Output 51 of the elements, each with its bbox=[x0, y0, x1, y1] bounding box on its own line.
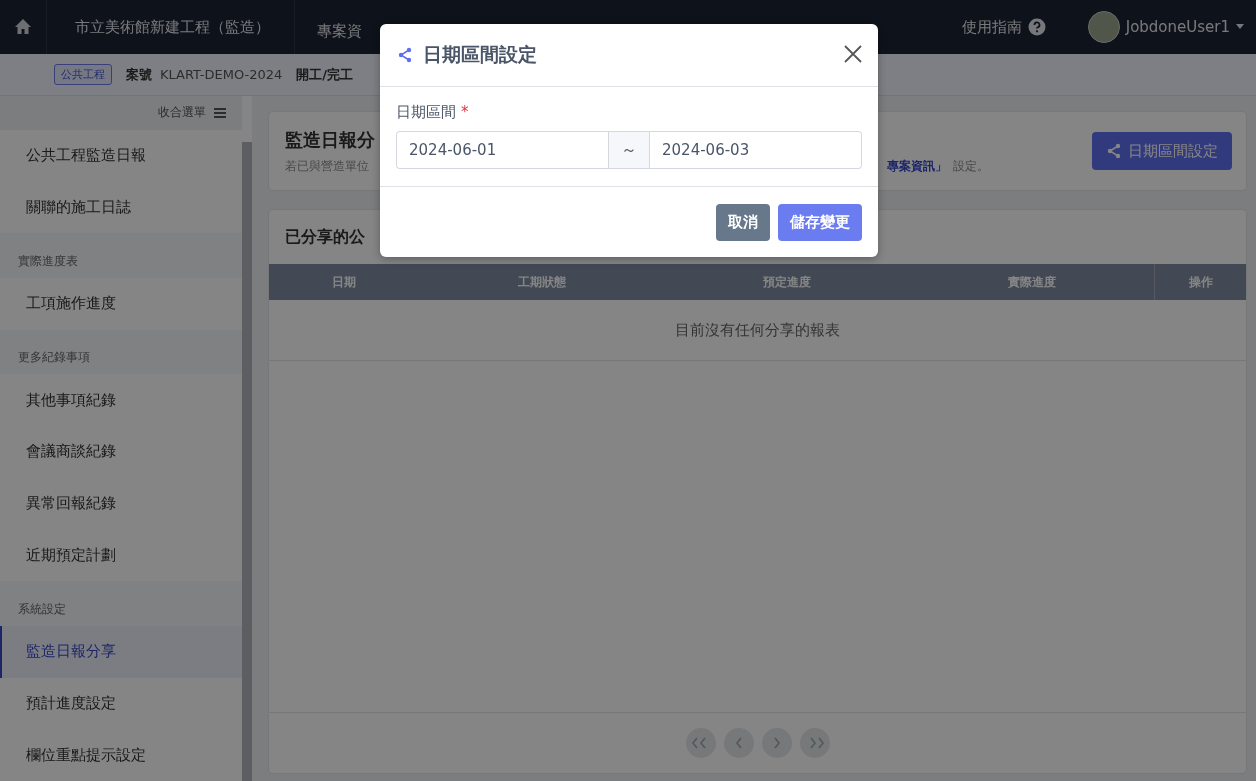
share-icon bbox=[1106, 143, 1122, 159]
section-label: 系統設定 bbox=[0, 581, 242, 626]
end-date-field[interactable]: 2024-06-03 bbox=[650, 131, 862, 169]
section-label: 實際進度表 bbox=[0, 233, 242, 278]
column-header: 操作 bbox=[1154, 264, 1246, 300]
range-separator: ～ bbox=[608, 131, 650, 169]
cancel-button[interactable]: 取消 bbox=[716, 203, 770, 241]
column-header: 日期 bbox=[331, 273, 357, 291]
breadcrumb-link[interactable]: 開工/完工 bbox=[296, 65, 354, 84]
avatar[interactable] bbox=[1087, 11, 1120, 43]
nav-tab[interactable]: 專案資 bbox=[317, 15, 362, 47]
menu-icon[interactable] bbox=[214, 107, 226, 118]
page-title: 監造日報分 bbox=[285, 127, 375, 152]
required-mark: * bbox=[461, 103, 469, 122]
start-date-field[interactable]: 2024-06-01 bbox=[396, 131, 608, 169]
field-label: 日期區間 bbox=[396, 103, 456, 122]
sidebar-item[interactable]: 監造日報分享 bbox=[0, 625, 242, 678]
guide-link[interactable]: 使用指南 bbox=[961, 17, 1022, 37]
caret-icon[interactable] bbox=[1236, 24, 1244, 30]
card-title: 已分享的公 bbox=[285, 226, 365, 248]
page-description: 設定。 bbox=[953, 157, 989, 175]
share-icon bbox=[397, 47, 413, 63]
first-page-icon[interactable] bbox=[685, 728, 716, 758]
save-button[interactable]: 儲存變更 bbox=[778, 203, 862, 241]
column-header: 預定進度 bbox=[761, 273, 812, 291]
project-info-link[interactable]: 專案資訊」 bbox=[887, 157, 947, 175]
sidebar-item[interactable]: 欄位重點提示設定 bbox=[0, 729, 242, 781]
case-number: KLART-DEMO-2024 bbox=[160, 67, 283, 82]
scrollbar[interactable] bbox=[242, 142, 252, 781]
help-icon[interactable] bbox=[1027, 18, 1046, 36]
empty-message: 目前沒有任何分享的報表 bbox=[675, 320, 840, 340]
home-icon[interactable] bbox=[14, 18, 32, 36]
user-name[interactable]: JobdoneUser1 bbox=[1125, 18, 1230, 36]
sidebar-item[interactable]: 預計進度設定 bbox=[0, 677, 242, 730]
sidebar-item[interactable]: 關聯的施工日誌 bbox=[0, 181, 242, 234]
sidebar-item[interactable]: 工項施作進度 bbox=[0, 277, 242, 330]
section-label: 更多紀錄事項 bbox=[0, 329, 242, 375]
case-label: 案號 bbox=[126, 65, 152, 84]
sidebar-item[interactable]: 近期預定計劃 bbox=[0, 529, 242, 582]
date-range-button[interactable]: 日期區間設定 bbox=[1092, 132, 1232, 170]
sidebar-item[interactable]: 其他事項紀錄 bbox=[0, 374, 242, 427]
project-title: 市立美術館新建工程（監造） bbox=[75, 17, 270, 37]
sidebar-item[interactable]: 會議商談紀錄 bbox=[0, 426, 242, 478]
collapse-menu-link[interactable]: 收合選單 bbox=[158, 104, 206, 122]
sidebar-item[interactable]: 異常回報紀錄 bbox=[0, 477, 242, 530]
sidebar-item[interactable]: 公共工程監造日報 bbox=[0, 129, 242, 182]
column-header: 實際進度 bbox=[1006, 273, 1057, 291]
project-badge: 公共工程 bbox=[54, 64, 112, 85]
dialog-title: 日期區間設定 bbox=[423, 42, 538, 67]
column-header: 工期狀態 bbox=[516, 273, 567, 291]
last-page-icon[interactable] bbox=[799, 728, 830, 758]
